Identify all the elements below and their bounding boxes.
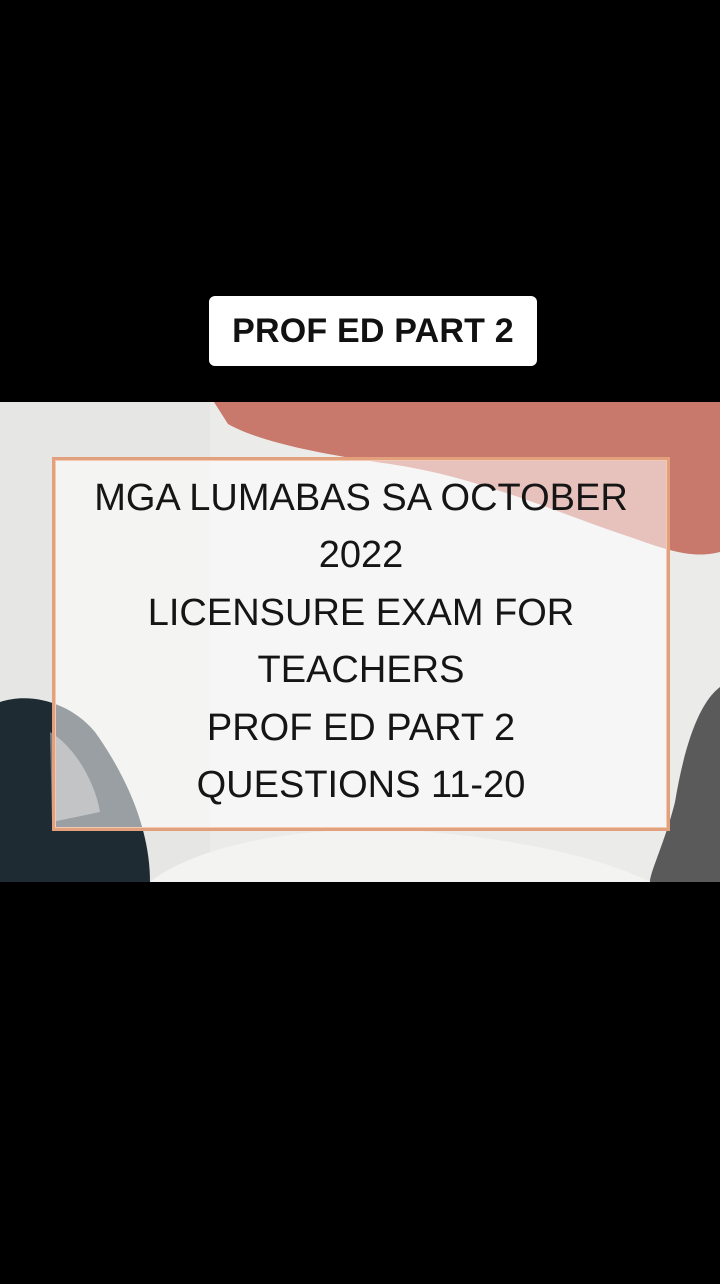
title-line: MGA LUMABAS SA OCTOBER	[94, 476, 628, 519]
title-text: MGA LUMABAS SA OCTOBER 2022 LICENSURE EX…	[55, 470, 667, 815]
title-line: LICENSURE EXAM FOR	[147, 591, 575, 634]
title-line: PROF ED PART 2	[206, 706, 516, 749]
title-line: QUESTIONS 11-20	[196, 764, 526, 806]
caption-label: PROF ED PART 2	[232, 311, 514, 350]
video-screen: PROF ED PART 2 MGA LUMABAS SA OCTOBER 20…	[0, 0, 720, 1284]
title-line: 2022	[318, 534, 404, 576]
title-slide: MGA LUMABAS SA OCTOBER 2022 LICENSURE EX…	[0, 402, 720, 882]
caption-badge: PROF ED PART 2	[209, 296, 537, 366]
title-card: MGA LUMABAS SA OCTOBER 2022 LICENSURE EX…	[52, 457, 670, 831]
title-line: TEACHERS	[257, 649, 465, 691]
